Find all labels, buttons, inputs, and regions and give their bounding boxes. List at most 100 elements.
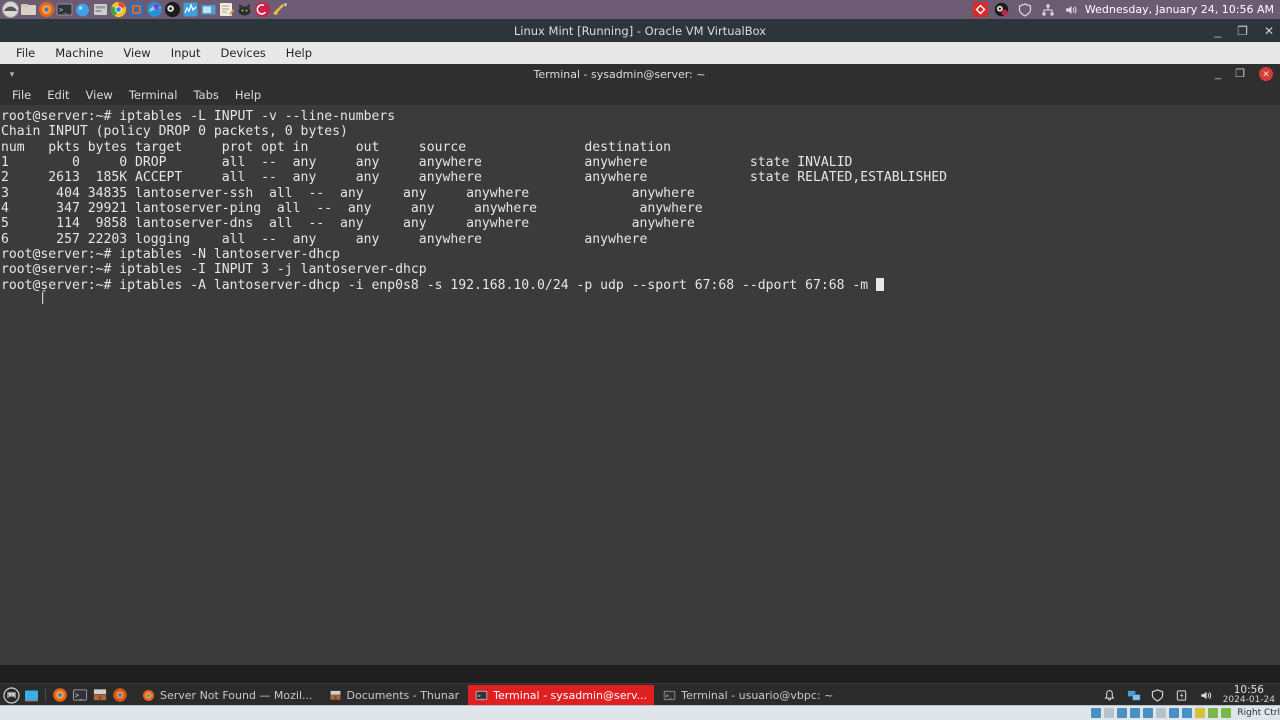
tools-icon[interactable] xyxy=(271,1,289,19)
shield-tray-icon[interactable] xyxy=(1016,1,1034,19)
mint-menu-button[interactable] xyxy=(2,686,20,704)
notifications-icon[interactable] xyxy=(1101,686,1119,704)
vbox-minimize-button[interactable]: _ xyxy=(1214,25,1221,37)
taskbar-item-firefox-label: Server Not Found — Mozil... xyxy=(160,688,313,702)
terminal-close-button[interactable]: ✕ xyxy=(1259,67,1273,81)
terminal-menubar: File Edit View Terminal Tabs Help xyxy=(0,84,1280,105)
taskbar-clock-date: 2024-01-24 xyxy=(1222,695,1275,705)
svg-text:>_: >_ xyxy=(666,693,673,699)
taskbar-clock[interactable]: 10:56 2024-01-24 xyxy=(1221,685,1275,705)
terminal-launcher-icon[interactable]: >_ xyxy=(71,686,89,704)
terminal-menu-view[interactable]: View xyxy=(78,86,121,104)
taskbar-item-terminal-sysadmin[interactable]: >_ Terminal - sysadmin@serv... xyxy=(468,685,655,705)
file-manager-icon[interactable] xyxy=(19,1,37,19)
guest-taskbar: >_ Server Not Found — Mozil... Documents… xyxy=(0,683,1280,706)
host-key-label: Right Ctrl xyxy=(1237,708,1280,718)
edge-icon[interactable] xyxy=(145,1,163,19)
debian-icon[interactable] xyxy=(253,1,271,19)
features-status-icon xyxy=(1195,708,1206,718)
obs-tray-icon[interactable] xyxy=(993,1,1011,19)
text-editor-icon[interactable] xyxy=(217,1,235,19)
virtualbox-window-controls: _ ❐ ✕ xyxy=(1214,19,1274,42)
thunar-launcher-icon[interactable] xyxy=(91,686,109,704)
host-clock[interactable]: Wednesday, January 24, 10:56 AM xyxy=(1085,3,1274,16)
taskbar-item-terminal-sysadmin-label: Terminal - sysadmin@serv... xyxy=(493,688,648,702)
vbox-menu-machine[interactable]: Machine xyxy=(45,44,113,62)
vbox-menu-devices[interactable]: Devices xyxy=(210,44,275,62)
taskbar-item-thunar-label: Documents - Thunar xyxy=(346,688,460,702)
vbox-menu-input[interactable]: Input xyxy=(161,44,211,62)
text-ibeam-cursor-icon: ⌠ xyxy=(39,290,47,304)
virtualbox-menubar: File Machine View Input Devices Help xyxy=(0,42,1280,65)
vbox-menu-file[interactable]: File xyxy=(6,44,45,62)
archive-manager-icon[interactable] xyxy=(91,1,109,19)
sharedfolder-status-icon xyxy=(1156,708,1167,718)
chevron-down-icon[interactable]: ▾ xyxy=(0,69,24,80)
usb-status-icon xyxy=(1143,708,1154,718)
firefox-window-icon xyxy=(142,689,155,702)
system-monitor-icon[interactable] xyxy=(181,1,199,19)
taskbar-window-list: Server Not Found — Mozil... Documents - … xyxy=(135,685,1101,705)
terminal-body[interactable]: root@server:~# iptables -L INPUT -v --li… xyxy=(0,105,1280,665)
host-dock-launchers: >_ xyxy=(0,1,289,19)
vbox-close-button[interactable]: ✕ xyxy=(1264,25,1274,37)
terminal-menu-tabs[interactable]: Tabs xyxy=(185,86,226,104)
network-icon[interactable] xyxy=(1125,686,1143,704)
terminal-cursor xyxy=(876,277,885,291)
virtualbox-statusbar: Right Ctrl xyxy=(0,705,1280,720)
volume-tray-icon[interactable] xyxy=(1062,1,1080,19)
svg-text:>_: >_ xyxy=(59,6,68,14)
terminal-titlebar: ▾ Terminal - sysadmin@server: ~ _ ❐ ✕ xyxy=(0,64,1280,85)
taskbar-item-firefox[interactable]: Server Not Found — Mozil... xyxy=(135,685,320,705)
terminal-title-text: Terminal - sysadmin@server: ~ xyxy=(533,67,706,81)
harddisk-status-icon xyxy=(1091,708,1102,718)
show-desktop-button[interactable] xyxy=(22,686,40,704)
virtualbox-titlebar: Linux Mint [Running] - Oracle VM Virtual… xyxy=(0,19,1280,42)
battery-icon[interactable] xyxy=(1173,686,1191,704)
vbox-menu-help[interactable]: Help xyxy=(276,44,322,62)
virtualbox-icon[interactable] xyxy=(127,1,145,19)
water-drop-icon[interactable] xyxy=(73,1,91,19)
vbox-menu-view[interactable]: View xyxy=(113,44,160,62)
terminal-menu-file[interactable]: File xyxy=(4,86,39,104)
taskbar-launchers: >_ xyxy=(0,686,129,704)
terminal-window-icon-2: >_ xyxy=(663,689,676,702)
guest-desktop: ▾ Terminal - sysadmin@server: ~ _ ❐ ✕ Fi… xyxy=(0,64,1280,706)
terminal-minimize-button[interactable]: _ xyxy=(1215,68,1221,80)
mint-menu-icon[interactable] xyxy=(1,1,19,19)
virtualbox-title-text: Linux Mint [Running] - Oracle VM Virtual… xyxy=(513,23,767,38)
volume-icon[interactable] xyxy=(1197,686,1215,704)
network-tray-icon[interactable] xyxy=(1039,1,1057,19)
terminal-menu-edit[interactable]: Edit xyxy=(39,86,77,104)
display-status-icon xyxy=(1169,708,1180,718)
taskbar-item-terminal-usuario[interactable]: >_ Terminal - usuario@vbpc: ~ xyxy=(656,685,840,705)
terminal-menu-terminal[interactable]: Terminal xyxy=(121,86,186,104)
terminal-window-controls: _ ❐ ✕ xyxy=(1215,67,1280,81)
taskbar-tray: 10:56 2024-01-24 xyxy=(1101,685,1280,705)
firefox-icon[interactable] xyxy=(37,1,55,19)
obs-icon[interactable] xyxy=(163,1,181,19)
svg-text:>_: >_ xyxy=(75,691,83,699)
terminal-menu-help[interactable]: Help xyxy=(227,86,269,104)
chrome-icon[interactable] xyxy=(109,1,127,19)
terminal-icon[interactable]: >_ xyxy=(55,1,73,19)
terminal-restore-button[interactable]: ❐ xyxy=(1235,68,1245,80)
vbox-restore-button[interactable]: ❐ xyxy=(1237,25,1248,37)
screenshot-icon[interactable] xyxy=(199,1,217,19)
thunar-window-icon xyxy=(329,689,342,702)
taskbar-clock-time: 10:56 xyxy=(1233,684,1264,696)
firefox-dev-launcher-icon[interactable] xyxy=(111,686,129,704)
recording-status-icon xyxy=(1182,708,1193,718)
terminal-output: root@server:~# iptables -L INPUT -v --li… xyxy=(1,109,947,293)
host-dock-tray: Wednesday, January 24, 10:56 AM xyxy=(972,1,1280,19)
optical-status-icon xyxy=(1104,708,1115,718)
security-shield-icon[interactable] xyxy=(1149,686,1167,704)
terminal-window-icon: >_ xyxy=(475,689,488,702)
taskbar-item-thunar[interactable]: Documents - Thunar xyxy=(322,685,467,705)
keyboard-status-icon xyxy=(1221,708,1232,718)
firefox-launcher-icon[interactable] xyxy=(51,686,69,704)
cat-icon[interactable] xyxy=(235,1,253,19)
host-top-dock: >_ Wednesday, January 24, 10:56 AM xyxy=(0,0,1280,19)
record-indicator-icon[interactable] xyxy=(972,2,988,17)
network-status-icon xyxy=(1130,708,1141,718)
